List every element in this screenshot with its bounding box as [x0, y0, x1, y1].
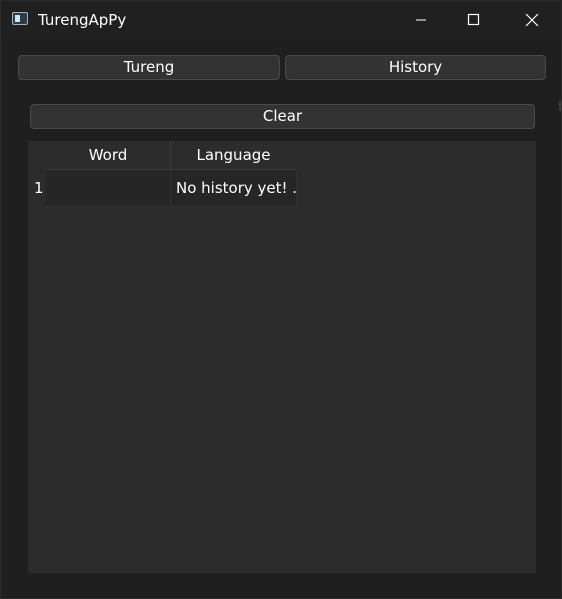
- column-header-language[interactable]: Language: [171, 141, 296, 170]
- tab-history[interactable]: History: [285, 55, 546, 80]
- column-header-word[interactable]: Word: [46, 141, 171, 170]
- main-window: TurengApPy Tureng History Clear Word Lan…: [0, 0, 562, 599]
- table-cell-language[interactable]: No history yet! ...: [171, 170, 297, 207]
- maximize-icon: [467, 13, 480, 26]
- table-cell-word[interactable]: [46, 170, 171, 207]
- window-title: TurengApPy: [38, 11, 127, 29]
- resize-edge: [559, 101, 561, 111]
- title-bar[interactable]: TurengApPy: [1, 1, 561, 39]
- clear-button[interactable]: Clear: [30, 104, 535, 129]
- app-window-icon: [12, 12, 28, 25]
- close-icon: [525, 13, 539, 27]
- history-table[interactable]: Word Language 1 No history yet! ...: [28, 141, 536, 573]
- table-corner[interactable]: [28, 141, 46, 170]
- close-button[interactable]: [503, 1, 561, 39]
- tab-tureng[interactable]: Tureng: [18, 55, 280, 80]
- maximize-button[interactable]: [444, 1, 502, 39]
- row-header[interactable]: 1: [28, 170, 46, 207]
